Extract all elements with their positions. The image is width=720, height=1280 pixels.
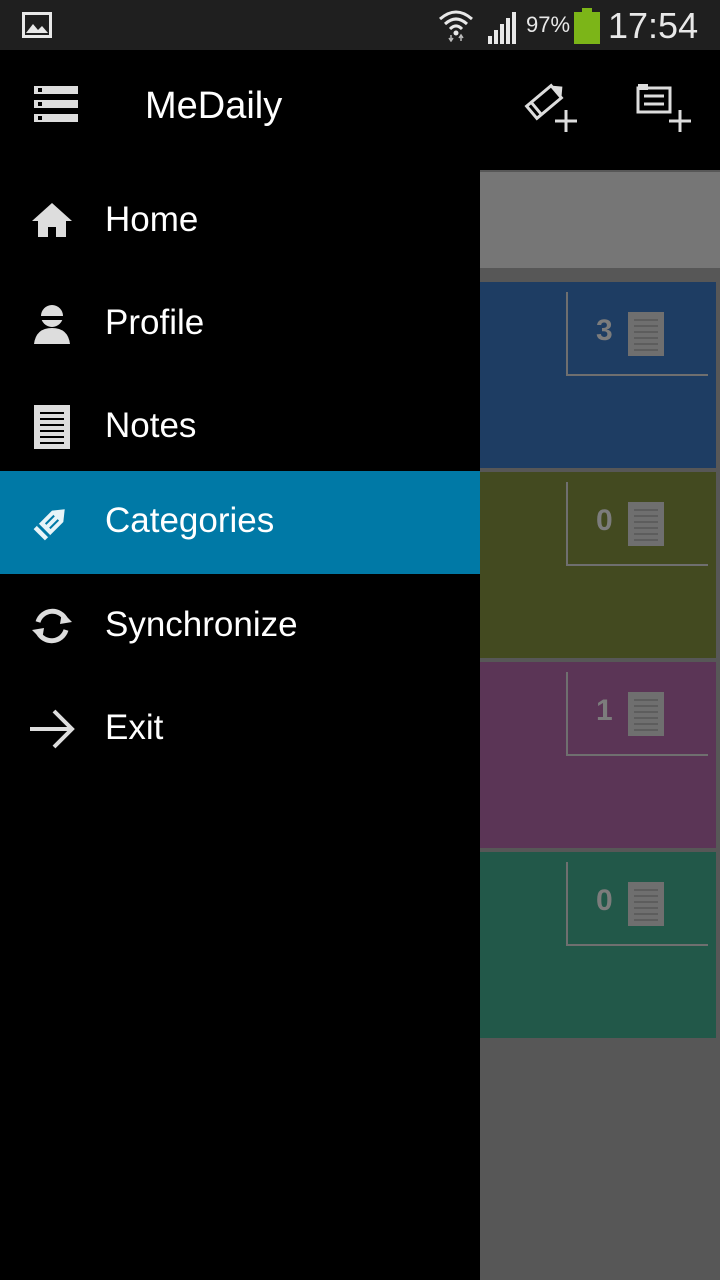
clock: 17:54 [608,5,699,46]
categories-content: 3 0 1 0 [480,170,720,1280]
status-bar: 97% 17:54 [0,0,720,50]
note-count-badge: 0 [566,482,708,566]
notes-icon [628,692,664,736]
pencil-tag-icon [33,509,65,541]
nav-item-notes[interactable]: Notes [0,376,480,479]
nav-item-home[interactable]: Home [0,170,480,273]
content-header-strip [480,172,720,268]
app-title: MeDaily [145,85,283,127]
category-card[interactable]: 0 [480,852,716,1038]
nav-item-synchronize[interactable]: Synchronize [0,575,480,678]
category-card[interactable]: 1 [480,662,716,848]
nav-item-label: Exit [105,708,164,747]
notes-icon [34,405,70,449]
note-count-badge: 0 [566,862,708,946]
note-count: 0 [596,884,613,917]
gallery-notification-icon [22,12,52,38]
arrow-right-icon [30,709,75,749]
navigation-drawer: Home Profile Notes Categories Synchroniz… [0,170,480,1280]
note-count: 3 [596,314,613,347]
notes-icon [628,882,664,926]
notes-icon [628,502,664,546]
new-category-button[interactable] [634,80,694,134]
battery-percent: 97% [526,12,571,37]
note-count: 0 [596,504,613,537]
notes-icon [628,312,664,356]
battery-icon [574,8,600,44]
home-icon [32,203,72,237]
nav-item-categories[interactable]: Categories [0,471,480,574]
nav-item-exit[interactable]: Exit [0,678,480,781]
action-bar: MeDaily [0,50,720,170]
drawer-menu-icon[interactable] [34,86,78,126]
nav-item-profile[interactable]: Profile [0,273,480,376]
note-count-badge: 1 [566,672,708,756]
person-icon [34,305,70,344]
nav-item-label: Categories [105,501,275,540]
nav-item-label: Synchronize [105,605,298,644]
new-note-button[interactable] [524,80,578,134]
nav-item-label: Notes [105,406,197,445]
sync-icon [32,608,72,644]
signal-icon [488,12,516,44]
nav-item-label: Profile [105,303,205,342]
note-count-badge: 3 [566,292,708,376]
nav-item-label: Home [105,200,199,239]
category-card[interactable]: 3 [480,282,716,468]
note-count: 1 [596,694,613,727]
wifi-icon [439,10,473,42]
category-card[interactable]: 0 [480,472,716,658]
